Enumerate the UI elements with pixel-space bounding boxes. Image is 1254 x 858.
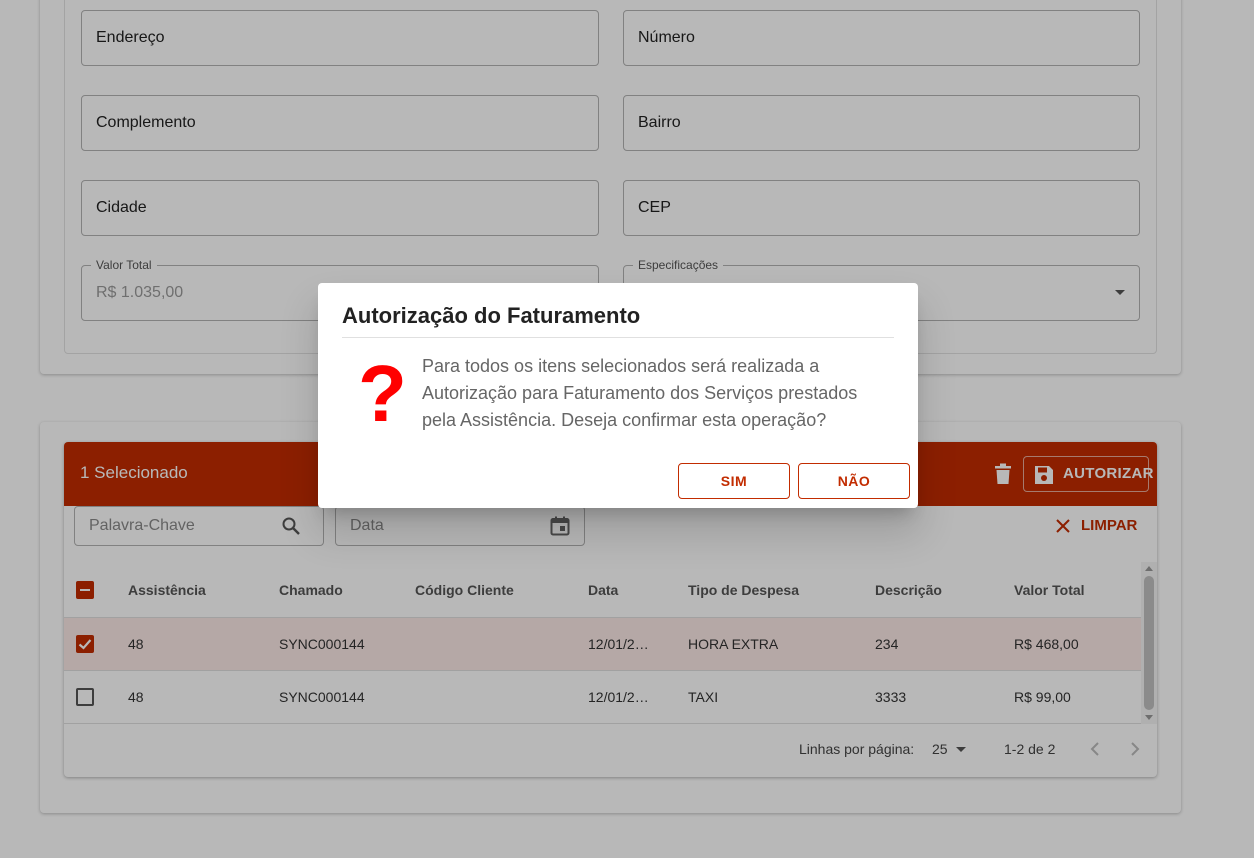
question-icon: ? — [358, 349, 407, 438]
dialog-message: Para todos os itens selecionados será re… — [422, 356, 858, 430]
sim-button[interactable]: SIM — [678, 463, 790, 499]
authorization-dialog: Autorização do Faturamento ? Para todos … — [318, 283, 918, 508]
dialog-title: Autorização do Faturamento — [342, 303, 641, 328]
dialog-divider — [342, 337, 894, 338]
nao-button[interactable]: NÃO — [798, 463, 910, 499]
